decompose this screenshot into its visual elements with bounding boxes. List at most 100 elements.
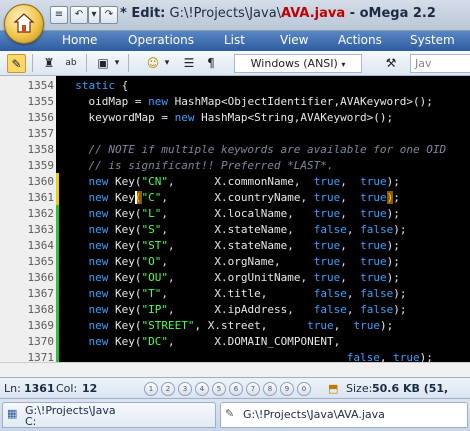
smiley-dropdown-icon[interactable]: ▾ <box>162 54 172 72</box>
size-icon: ⬒ <box>328 382 339 395</box>
language-dropdown[interactable]: Jav <box>410 54 470 73</box>
code-token: true <box>313 255 341 268</box>
toolbar-separator <box>128 54 129 72</box>
code-token: , <box>340 255 361 268</box>
code-token: false <box>313 303 347 316</box>
code-token: // NOTE if multiple keywords are availab… <box>62 143 447 156</box>
code-token: , X.commonName, <box>168 175 314 188</box>
edit-mode-icon[interactable]: ✎ <box>7 54 26 73</box>
bookmark-slot[interactable]: 0 <box>297 382 311 396</box>
bookmark-slot[interactable]: 2 <box>161 382 175 396</box>
bookmark-slot[interactable]: 9 <box>280 382 294 396</box>
code-token: Key( <box>108 207 142 220</box>
horizontal-scrollbar[interactable] <box>0 362 470 378</box>
line-number: 1364 <box>27 239 55 252</box>
size-value: 50.6 KB (51, <box>372 382 449 395</box>
menu-icon[interactable]: ≡ <box>50 6 68 24</box>
change-marker <box>56 317 59 333</box>
code-token: true <box>360 255 387 268</box>
code-token: Key( <box>108 303 142 316</box>
code-token: "OU" <box>141 271 169 284</box>
code-token: { <box>115 79 129 92</box>
line-number: 1356 <box>27 111 55 124</box>
title-bar: ≡ ↶ ▾ ↷ * Edit: G:\!Projects\Java\AVA.ja… <box>0 0 470 31</box>
change-marker <box>56 333 59 349</box>
code-token: ); <box>393 223 407 236</box>
change-marker <box>56 189 59 205</box>
replace-icon[interactable]: ab <box>62 54 80 72</box>
code-token: "C" <box>141 191 162 204</box>
code-line: new Key("DC", X.DOMAIN_COMPONENT, <box>62 335 341 348</box>
text-cursor <box>134 191 137 204</box>
code-token: oidMap = <box>62 95 149 108</box>
bookmark-slot[interactable]: 7 <box>246 382 260 396</box>
tab-folder[interactable]: ▦ G:\!Projects\Java C: <box>2 402 216 428</box>
code-line: new Key("IP", X.ipAddress, false, false)… <box>62 303 407 316</box>
bookmark-slot[interactable]: 1 <box>144 382 158 396</box>
code-token: true <box>313 207 341 220</box>
app-button[interactable] <box>4 4 44 44</box>
find-icon[interactable]: ♜ <box>40 54 58 72</box>
bookmark-slot[interactable]: 4 <box>195 382 209 396</box>
code-token: , <box>346 287 361 300</box>
smiley-icon[interactable]: ☺ <box>144 54 162 72</box>
code-token: true <box>360 271 387 284</box>
undo-icon[interactable]: ↶ <box>70 6 88 24</box>
menu-list[interactable]: List <box>224 33 245 47</box>
code-token: , X.ipAddress, <box>168 303 314 316</box>
code-token: HashMap<String,AVAKeyword>(); <box>194 111 394 124</box>
menu-system[interactable]: System <box>410 33 455 47</box>
change-marker <box>56 205 59 221</box>
change-marker <box>56 349 59 362</box>
menu-view[interactable]: View <box>280 33 308 47</box>
window-title: * Edit: G:\!Projects\Java\AVA.java - oMe… <box>120 6 436 21</box>
encoding-dropdown[interactable]: Windows (ANSI) ▾ <box>234 54 362 73</box>
tab-file[interactable]: ✎ G:\!Projects\Java\AVA.java <box>220 402 468 428</box>
bookmark-slot[interactable]: 6 <box>229 382 243 396</box>
redo-icon[interactable]: ↷ <box>100 6 118 24</box>
menu-bar: Home Operations List View Actions System <box>0 31 470 51</box>
code-token: , X.title, <box>161 287 314 300</box>
qat-dropdown-icon[interactable]: ▾ <box>88 6 100 24</box>
bookmark-slot[interactable]: 5 <box>212 382 226 396</box>
code-token: Key( <box>108 319 142 332</box>
toolbar: ✎ ♜ ab ▣ ▾ ☺ ▾ ☰ ¶ Windows (ANSI) ▾ ⚒ Ja… <box>0 51 470 76</box>
code-token: Key( <box>108 271 142 284</box>
size-label: Size: <box>346 382 373 395</box>
code-token: , X.orgName, <box>161 255 314 268</box>
tools-icon[interactable]: ⚒ <box>382 54 400 72</box>
menu-operations[interactable]: Operations <box>128 33 194 47</box>
code-token: true <box>360 191 387 204</box>
status-bar: Ln: 1361 Col: 12 1234567890 ⬒ Size: 50.6… <box>0 377 470 399</box>
code-token: new <box>88 319 109 332</box>
code-editor[interactable]: 1354 1355 1356 1357 1358 1359 1360 1361 1362 1363… <box>0 76 470 362</box>
wrap-icon[interactable]: ☰ <box>180 54 198 72</box>
save-dropdown-icon[interactable]: ▾ <box>112 54 122 72</box>
menu-actions[interactable]: Actions <box>338 33 382 47</box>
code-token: new <box>148 95 168 108</box>
code-token: new <box>88 287 109 300</box>
code-line: new Key("L", X.localName, true, true); <box>62 207 400 220</box>
line-label: Ln: <box>4 382 21 395</box>
save-icon[interactable]: ▣ <box>94 54 112 72</box>
line-number-gutter: 1354 1355 1356 1357 1358 1359 1360 1361 1362 1363… <box>0 76 56 362</box>
pilcrow-icon[interactable]: ¶ <box>202 54 220 72</box>
code-token: Key( <box>108 239 142 252</box>
bookmark-slot[interactable]: 8 <box>263 382 277 396</box>
bookmark-slot[interactable]: 3 <box>178 382 192 396</box>
line-number: 1359 <box>27 159 55 172</box>
code-line: keywordMap = new HashMap<String,AVAKeywo… <box>62 111 393 124</box>
tab-file-label: G:\!Projects\Java\AVA.java <box>243 408 385 421</box>
code-token: new <box>88 223 109 236</box>
code-token: new <box>88 303 109 316</box>
code-token: , X.DOMAIN_COMPONENT, <box>168 335 341 348</box>
line-number: 1366 <box>27 271 55 284</box>
menu-home[interactable]: Home <box>62 33 97 47</box>
code-line: new Key("O", X.orgName, true, true); <box>62 255 400 268</box>
